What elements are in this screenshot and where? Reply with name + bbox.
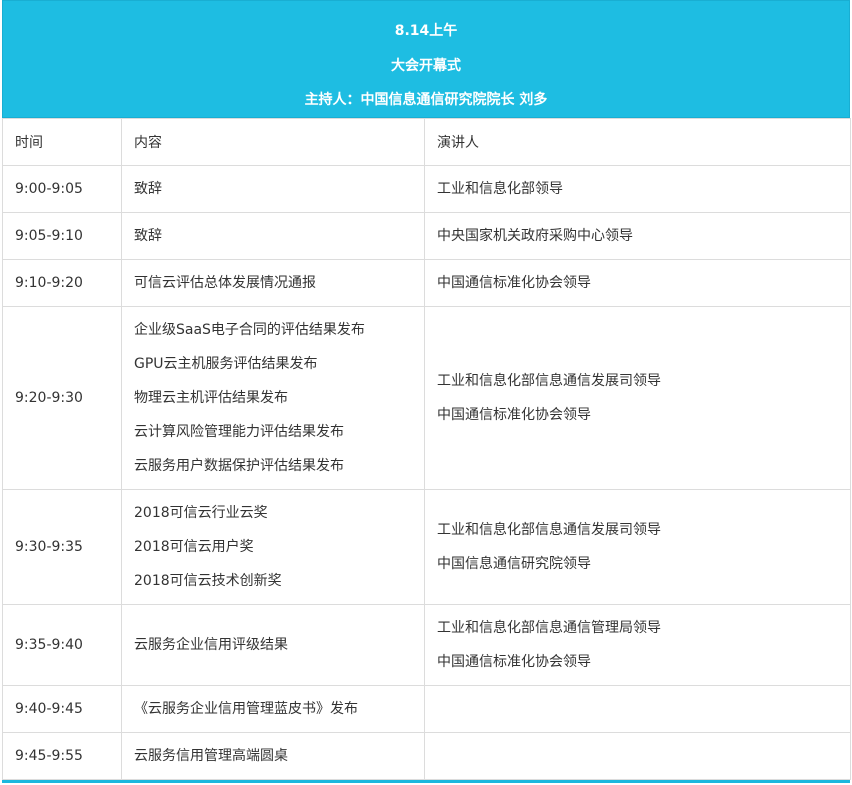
content-item: 致辞 <box>134 181 162 197</box>
row-time: 9:10-9:20 <box>2 259 122 307</box>
row-content: 可信云评估总体发展情况通报 <box>121 259 425 307</box>
row-content: 《云服务企业信用管理蓝皮书》发布 <box>121 685 425 733</box>
content-item: 致辞 <box>134 228 162 244</box>
row-time: 9:35-9:40 <box>2 604 122 686</box>
table-row: 9:30-9:35 2018可信云行业云奖 2018可信云用户奖 2018可信云… <box>2 489 851 605</box>
row-time: 9:45-9:55 <box>2 732 122 780</box>
content-item: 可信云评估总体发展情况通报 <box>134 275 316 291</box>
session-title: 大会开幕式 <box>391 58 461 74</box>
row-speaker: 工业和信息化部领导 <box>424 165 851 213</box>
content-item: 云计算风险管理能力评估结果发布 <box>134 424 344 440</box>
session-host: 主持人：中国信息通信研究院院长 刘多 <box>304 92 548 108</box>
session-date: 8.14上午 <box>394 23 458 39</box>
row-content: 2018可信云行业云奖 2018可信云用户奖 2018可信云技术创新奖 <box>121 489 425 605</box>
row-time: 9:40-9:45 <box>2 685 122 733</box>
table-row: 9:45-9:55 云服务信用管理高端圆桌 <box>2 732 851 780</box>
row-content: 云服务信用管理高端圆桌 <box>121 732 425 780</box>
row-time: 9:20-9:30 <box>2 306 122 490</box>
content-item: 云服务用户数据保护评估结果发布 <box>134 458 344 474</box>
row-content: 企业级SaaS电子合同的评估结果发布 GPU云主机服务评估结果发布 物理云主机评… <box>121 306 425 490</box>
speaker-item: 中央国家机关政府采购中心领导 <box>437 228 633 244</box>
content-item: 2018可信云技术创新奖 <box>134 573 282 589</box>
content-item: GPU云主机服务评估结果发布 <box>134 356 318 372</box>
table-header-row: 时间 内容 演讲人 <box>2 118 851 166</box>
row-time: 9:05-9:10 <box>2 212 122 260</box>
speaker-item: 中国通信标准化协会领导 <box>437 407 591 423</box>
content-item: 物理云主机评估结果发布 <box>134 390 288 406</box>
row-content: 致辞 <box>121 165 425 213</box>
content-item: 云服务信用管理高端圆桌 <box>134 748 288 764</box>
speaker-item: 中国通信标准化协会领导 <box>437 654 591 670</box>
column-header-speaker: 演讲人 <box>424 118 851 166</box>
agenda-panel: 8.14上午 大会开幕式 主持人：中国信息通信研究院院长 刘多 时间 内容 演讲… <box>2 0 851 783</box>
row-speaker <box>424 732 851 780</box>
table-row: 9:00-9:05 致辞 工业和信息化部领导 <box>2 165 851 213</box>
content-item: 2018可信云用户奖 <box>134 539 254 555</box>
speaker-item: 工业和信息化部信息通信管理局领导 <box>437 620 661 636</box>
table-row: 9:40-9:45 《云服务企业信用管理蓝皮书》发布 <box>2 685 851 733</box>
row-time: 9:30-9:35 <box>2 489 122 605</box>
agenda-table: 时间 内容 演讲人 9:00-9:05 致辞 工业和信息化部领导 9:05-9:… <box>2 118 851 780</box>
speaker-item: 工业和信息化部信息通信发展司领导 <box>437 373 661 389</box>
content-item: 《云服务企业信用管理蓝皮书》发布 <box>134 701 358 717</box>
row-speaker: 中国通信标准化协会领导 <box>424 259 851 307</box>
row-speaker: 工业和信息化部信息通信管理局领导 中国通信标准化协会领导 <box>424 604 851 686</box>
speaker-item: 工业和信息化部信息通信发展司领导 <box>437 522 661 538</box>
agenda-header: 8.14上午 大会开幕式 主持人：中国信息通信研究院院长 刘多 <box>2 0 850 118</box>
table-row: 9:05-9:10 致辞 中央国家机关政府采购中心领导 <box>2 212 851 260</box>
row-speaker: 工业和信息化部信息通信发展司领导 中国信息通信研究院领导 <box>424 489 851 605</box>
column-header-time: 时间 <box>2 118 122 166</box>
row-content: 致辞 <box>121 212 425 260</box>
row-time: 9:00-9:05 <box>2 165 122 213</box>
row-content: 云服务企业信用评级结果 <box>121 604 425 686</box>
table-row: 9:20-9:30 企业级SaaS电子合同的评估结果发布 GPU云主机服务评估结… <box>2 306 851 490</box>
content-item: 企业级SaaS电子合同的评估结果发布 <box>134 322 365 338</box>
row-speaker: 中央国家机关政府采购中心领导 <box>424 212 851 260</box>
table-row: 9:35-9:40 云服务企业信用评级结果 工业和信息化部信息通信管理局领导 中… <box>2 604 851 686</box>
row-speaker <box>424 685 851 733</box>
content-item: 云服务企业信用评级结果 <box>134 637 288 653</box>
row-speaker: 工业和信息化部信息通信发展司领导 中国通信标准化协会领导 <box>424 306 851 490</box>
content-item: 2018可信云行业云奖 <box>134 505 268 521</box>
speaker-item: 中国通信标准化协会领导 <box>437 275 591 291</box>
speaker-item: 中国信息通信研究院领导 <box>437 556 591 572</box>
table-row: 9:10-9:20 可信云评估总体发展情况通报 中国通信标准化协会领导 <box>2 259 851 307</box>
speaker-item: 工业和信息化部领导 <box>437 181 563 197</box>
column-header-content: 内容 <box>121 118 425 166</box>
